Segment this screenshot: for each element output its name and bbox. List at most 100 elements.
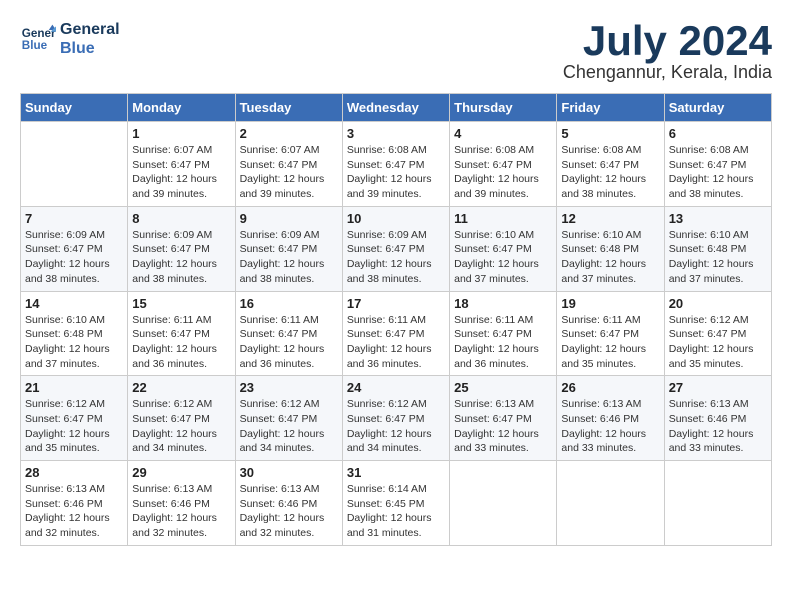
day-info: Sunrise: 6:13 AMSunset: 6:46 PMDaylight:… (669, 397, 767, 456)
day-info: Sunrise: 6:08 AMSunset: 6:47 PMDaylight:… (669, 143, 767, 202)
day-number: 3 (347, 126, 445, 141)
day-info: Sunrise: 6:07 AMSunset: 6:47 PMDaylight:… (240, 143, 338, 202)
calendar-cell: 27 Sunrise: 6:13 AMSunset: 6:46 PMDayligh… (664, 376, 771, 461)
calendar-cell: 19 Sunrise: 6:11 AMSunset: 6:47 PMDayligh… (557, 291, 664, 376)
calendar-cell (21, 122, 128, 207)
calendar-cell: 18Sunrise: 6:11 AMSunset: 6:47 PMDayligh… (450, 291, 557, 376)
weekday-header-saturday: Saturday (664, 94, 771, 122)
weekday-header-wednesday: Wednesday (342, 94, 449, 122)
day-number: 19 (561, 296, 659, 311)
day-info: Sunrise: 6:12 AMSunset: 6:47 PMDaylight:… (25, 397, 123, 456)
day-info: Sunrise: 6:09 AMSunset: 6:47 PMDaylight:… (347, 228, 445, 287)
day-number: 22 (132, 380, 230, 395)
day-number: 16 (240, 296, 338, 311)
day-info: Sunrise: 6:08 AMSunset: 6:47 PMDaylight:… (454, 143, 552, 202)
weekday-header-monday: Monday (128, 94, 235, 122)
day-info: Sunrise: 6:12 AMSunset: 6:47 PMDaylight:… (132, 397, 230, 456)
calendar-cell: 29 Sunrise: 6:13 AMSunset: 6:46 PMDayligh… (128, 461, 235, 546)
day-number: 30 (240, 465, 338, 480)
day-number: 28 (25, 465, 123, 480)
calendar-table: SundayMondayTuesdayWednesdayThursdayFrid… (20, 93, 772, 546)
calendar-cell: 17Sunrise: 6:11 AMSunset: 6:47 PMDayligh… (342, 291, 449, 376)
svg-text:Blue: Blue (22, 39, 48, 52)
day-info: Sunrise: 6:13 AMSunset: 6:46 PMDaylight:… (561, 397, 659, 456)
logo-text: General Blue (60, 20, 120, 58)
calendar-week-row: 21 Sunrise: 6:12 AMSunset: 6:47 PMDayligh… (21, 376, 772, 461)
calendar-cell: 3 Sunrise: 6:08 AMSunset: 6:47 PMDaylight… (342, 122, 449, 207)
day-number: 25 (454, 380, 552, 395)
day-info: Sunrise: 6:10 AMSunset: 6:48 PMDaylight:… (25, 313, 123, 372)
calendar-week-row: 28 Sunrise: 6:13 AMSunset: 6:46 PMDayligh… (21, 461, 772, 546)
calendar-cell: 8 Sunrise: 6:09 AMSunset: 6:47 PMDaylight… (128, 206, 235, 291)
day-number: 10 (347, 211, 445, 226)
calendar-cell: 30 Sunrise: 6:13 AMSunset: 6:46 PMDayligh… (235, 461, 342, 546)
calendar-cell: 20 Sunrise: 6:12 AMSunset: 6:47 PMDayligh… (664, 291, 771, 376)
day-info: Sunrise: 6:09 AMSunset: 6:47 PMDaylight:… (240, 228, 338, 287)
day-number: 6 (669, 126, 767, 141)
weekday-header-thursday: Thursday (450, 94, 557, 122)
calendar-week-row: 1 Sunrise: 6:07 AMSunset: 6:47 PMDaylight… (21, 122, 772, 207)
day-info: Sunrise: 6:08 AMSunset: 6:47 PMDaylight:… (347, 143, 445, 202)
calendar-cell: 25 Sunrise: 6:13 AMSunset: 6:47 PMDayligh… (450, 376, 557, 461)
day-info: Sunrise: 6:13 AMSunset: 6:46 PMDaylight:… (25, 482, 123, 541)
calendar-week-row: 14Sunrise: 6:10 AMSunset: 6:48 PMDayligh… (21, 291, 772, 376)
day-info: Sunrise: 6:10 AMSunset: 6:48 PMDaylight:… (669, 228, 767, 287)
day-info: Sunrise: 6:12 AMSunset: 6:47 PMDaylight:… (669, 313, 767, 372)
calendar-cell (664, 461, 771, 546)
day-info: Sunrise: 6:12 AMSunset: 6:47 PMDaylight:… (240, 397, 338, 456)
day-info: Sunrise: 6:13 AMSunset: 6:46 PMDaylight:… (240, 482, 338, 541)
calendar-cell: 11 Sunrise: 6:10 AMSunset: 6:47 PMDayligh… (450, 206, 557, 291)
calendar-cell: 7Sunrise: 6:09 AMSunset: 6:47 PMDaylight… (21, 206, 128, 291)
weekday-header-friday: Friday (557, 94, 664, 122)
day-number: 21 (25, 380, 123, 395)
calendar-cell: 12Sunrise: 6:10 AMSunset: 6:48 PMDayligh… (557, 206, 664, 291)
day-number: 27 (669, 380, 767, 395)
day-number: 15 (132, 296, 230, 311)
calendar-cell: 1 Sunrise: 6:07 AMSunset: 6:47 PMDaylight… (128, 122, 235, 207)
calendar-cell: 24Sunrise: 6:12 AMSunset: 6:47 PMDayligh… (342, 376, 449, 461)
day-info: Sunrise: 6:09 AMSunset: 6:47 PMDaylight:… (132, 228, 230, 287)
day-info: Sunrise: 6:10 AMSunset: 6:47 PMDaylight:… (454, 228, 552, 287)
title-section: July 2024 Chengannur, Kerala, India (563, 20, 772, 83)
day-info: Sunrise: 6:13 AMSunset: 6:47 PMDaylight:… (454, 397, 552, 456)
calendar-cell: 14Sunrise: 6:10 AMSunset: 6:48 PMDayligh… (21, 291, 128, 376)
day-info: Sunrise: 6:11 AMSunset: 6:47 PMDaylight:… (454, 313, 552, 372)
calendar-cell: 10 Sunrise: 6:09 AMSunset: 6:47 PMDayligh… (342, 206, 449, 291)
calendar-week-row: 7 Sunrise: 6:09 AMSunset: 6:47 PMDaylight… (21, 206, 772, 291)
day-number: 4 (454, 126, 552, 141)
day-number: 29 (132, 465, 230, 480)
calendar-cell: 13Sunrise: 6:10 AMSunset: 6:48 PMDayligh… (664, 206, 771, 291)
day-info: Sunrise: 6:13 AMSunset: 6:46 PMDaylight:… (132, 482, 230, 541)
calendar-cell: 28 Sunrise: 6:13 AMSunset: 6:46 PMDayligh… (21, 461, 128, 546)
weekday-header-tuesday: Tuesday (235, 94, 342, 122)
day-info: Sunrise: 6:11 AMSunset: 6:47 PMDaylight:… (561, 313, 659, 372)
day-number: 5 (561, 126, 659, 141)
calendar-cell (450, 461, 557, 546)
calendar-cell: 4 Sunrise: 6:08 AMSunset: 6:47 PMDaylight… (450, 122, 557, 207)
day-number: 20 (669, 296, 767, 311)
calendar-cell: 26Sunrise: 6:13 AMSunset: 6:46 PMDayligh… (557, 376, 664, 461)
day-info: Sunrise: 6:12 AMSunset: 6:47 PMDaylight:… (347, 397, 445, 456)
day-number: 12 (561, 211, 659, 226)
day-number: 9 (240, 211, 338, 226)
month-title: July 2024 (563, 20, 772, 62)
day-number: 1 (132, 126, 230, 141)
day-number: 7 (25, 211, 123, 226)
day-number: 8 (132, 211, 230, 226)
weekday-header-sunday: Sunday (21, 94, 128, 122)
calendar-cell (557, 461, 664, 546)
day-number: 17 (347, 296, 445, 311)
calendar-cell: 9 Sunrise: 6:09 AMSunset: 6:47 PMDaylight… (235, 206, 342, 291)
logo: General Blue General Blue (20, 20, 120, 58)
weekday-header-row: SundayMondayTuesdayWednesdayThursdayFrid… (21, 94, 772, 122)
calendar-cell: 5 Sunrise: 6:08 AMSunset: 6:47 PMDaylight… (557, 122, 664, 207)
day-info: Sunrise: 6:08 AMSunset: 6:47 PMDaylight:… (561, 143, 659, 202)
day-number: 2 (240, 126, 338, 141)
day-info: Sunrise: 6:14 AMSunset: 6:45 PMDaylight:… (347, 482, 445, 541)
calendar-cell: 16Sunrise: 6:11 AMSunset: 6:47 PMDayligh… (235, 291, 342, 376)
day-number: 11 (454, 211, 552, 226)
day-info: Sunrise: 6:07 AMSunset: 6:47 PMDaylight:… (132, 143, 230, 202)
day-number: 23 (240, 380, 338, 395)
day-number: 31 (347, 465, 445, 480)
day-info: Sunrise: 6:11 AMSunset: 6:47 PMDaylight:… (132, 313, 230, 372)
